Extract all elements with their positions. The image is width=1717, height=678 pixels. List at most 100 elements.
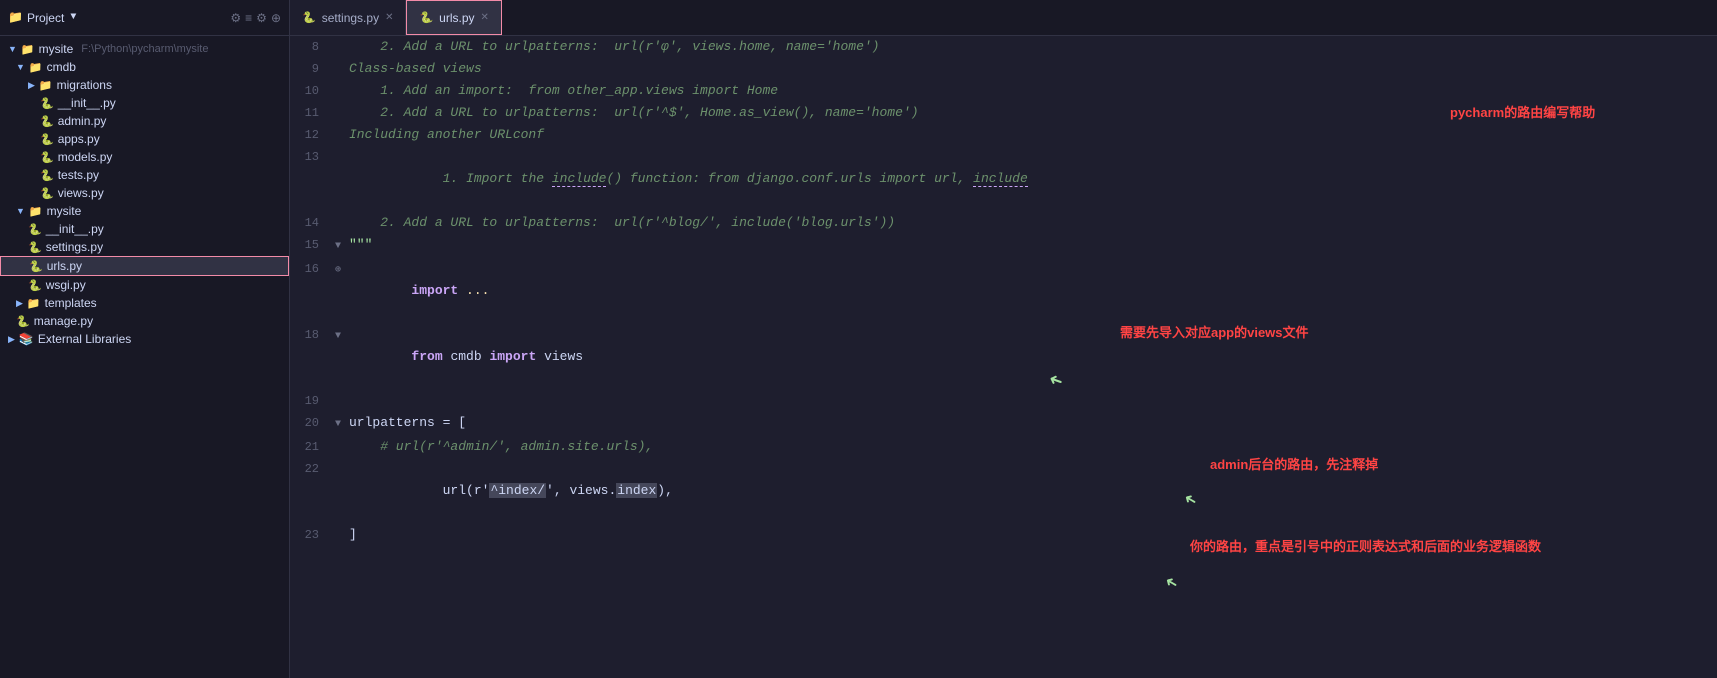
project-dropdown-icon[interactable]: ▼ [70,12,76,23]
urls-tab-label: urls.py [439,11,474,25]
code-line-21: 21 # url(r'^admin/', admin.site.urls), [290,436,1717,458]
line-number: 12 [290,124,335,146]
code-line-14: 14 2. Add a URL to urlpatterns: url(r'^b… [290,212,1717,234]
code-content: """ [349,234,1717,256]
py-file-icon: 🐍 [28,241,42,254]
settings-tab-close[interactable]: ✕ [385,12,393,23]
settings-file-icon: 🐍 [302,11,316,24]
tabs-area: 🐍 settings.py ✕ 🐍 urls.py ✕ [290,0,502,35]
code-content: ] [349,524,1717,546]
sidebar-item-settings[interactable]: 🐍 settings.py [0,238,289,256]
path-label: F:\Python\pycharm\mysite [81,43,208,55]
sidebar-item-views[interactable]: 🐍 views.py [0,184,289,202]
py-file-icon: 🐍 [40,97,54,110]
code-content: # url(r'^admin/', admin.site.urls), [349,436,1717,458]
line-number: 22 [290,458,335,480]
code-line-10: 10 1. Add an import: from other_app.view… [290,80,1717,102]
code-content: urlpatterns = [ [349,412,1717,434]
sidebar-item-apps[interactable]: 🐍 apps.py [0,130,289,148]
code-line-13: 13 1. Import the include() function: fro… [290,146,1717,212]
sidebar-item-label: wsgi.py [46,278,86,292]
folder-icon: 📁 [39,79,53,92]
arrow-icon: ▼ [16,62,25,72]
project-panel-header: 📁 Project ▼ ⚙ ≡ ⚙ ⊕ [0,0,290,35]
sidebar-item-mysite[interactable]: ▼ 📁 mysite [0,202,289,220]
code-line-20: 20 ▼ urlpatterns = [ [290,412,1717,436]
sidebar-item-tests[interactable]: 🐍 tests.py [0,166,289,184]
line-number: 21 [290,436,335,458]
folder-icon: 📁 [27,297,41,310]
sidebar-item-label: tests.py [58,168,99,182]
sidebar-item-templates[interactable]: ▶ 📁 templates [0,294,289,312]
line-number: 16 [290,258,335,280]
sidebar-item-label: settings.py [46,240,103,254]
project-icon: 📁 [8,10,23,25]
line-number: 20 [290,412,335,434]
sidebar-item-migrations[interactable]: ▶ 📁 migrations [0,76,289,94]
sidebar-item-cmdb[interactable]: ▼ 📁 cmdb [0,58,289,76]
fold-btn[interactable]: ▼ [335,414,349,436]
line-number: 8 [290,36,335,58]
toolbar-icon-4[interactable]: ⊕ [271,11,281,25]
sidebar-item-manage[interactable]: 🐍 manage.py [0,312,289,330]
sidebar-item-label: cmdb [47,60,76,74]
code-content: 1. Add an import: from other_app.views i… [349,80,1717,102]
sidebar-item-models[interactable]: 🐍 models.py [0,148,289,166]
line-number: 15 [290,234,335,256]
py-file-icon: 🐍 [40,187,54,200]
sidebar-item-label: migrations [57,78,112,92]
code-content: Class-based views [349,58,1717,80]
line-number: 23 [290,524,335,546]
line-number: 9 [290,58,335,80]
code-line-23: 23 ] [290,524,1717,546]
code-line-9: 9 Class-based views [290,58,1717,80]
tab-urls[interactable]: 🐍 urls.py ✕ [406,0,501,35]
arrow-icon: ▶ [8,334,15,345]
py-file-icon: 🐍 [40,169,54,182]
green-arrow-url: ➜ [1162,568,1184,594]
sidebar-item-init2[interactable]: 🐍 __init__.py [0,220,289,238]
code-line-22: 22 url(r'^index/', views.index), [290,458,1717,524]
py-file-icon: 🐍 [28,223,42,236]
code-content: 2. Add a URL to urlpatterns: url(r'^blog… [349,212,1717,234]
code-content: 2. Add a URL to urlpatterns: url(r'φ', v… [349,36,1717,58]
toolbar-icon-3[interactable]: ⚙ [256,11,267,25]
fold-btn[interactable]: ▼ [335,326,349,348]
sidebar-item-label: admin.py [58,114,107,128]
sidebar-item-mysite-root[interactable]: ▼ 📁 mysite F:\Python\pycharm\mysite [0,40,289,58]
sidebar-item-extlibs[interactable]: ▶ 📚 External Libraries [0,330,289,348]
sidebar-item-label: models.py [58,150,113,164]
code-content: Including another URLconf [349,124,1717,146]
py-file-icon: 🐍 [28,279,42,292]
toolbar-icon-1[interactable]: ⚙ [230,11,241,25]
code-content: import ... [349,258,1717,324]
code-line-11: 11 2. Add a URL to urlpatterns: url(r'^$… [290,102,1717,124]
sidebar-item-label: views.py [58,186,104,200]
code-line-8: 8 2. Add a URL to urlpatterns: url(r'φ',… [290,36,1717,58]
folder-icon: 📁 [21,43,35,56]
py-file-icon: 🐍 [40,115,54,128]
sidebar-item-init1[interactable]: 🐍 __init__.py [0,94,289,112]
line-number: 11 [290,102,335,124]
urls-tab-close[interactable]: ✕ [481,12,489,23]
tab-settings[interactable]: 🐍 settings.py ✕ [290,0,406,35]
main-area: ▼ 📁 mysite F:\Python\pycharm\mysite ▼ 📁 … [0,36,1717,678]
code-line-12: 12 Including another URLconf [290,124,1717,146]
py-file-icon: 🐍 [40,133,54,146]
sidebar-item-admin[interactable]: 🐍 admin.py [0,112,289,130]
sidebar-item-urls[interactable]: 🐍 urls.py [0,256,289,276]
sidebar-item-wsgi[interactable]: 🐍 wsgi.py [0,276,289,294]
arrow-icon: ▼ [16,206,25,216]
line-number: 13 [290,146,335,168]
code-editor[interactable]: 8 2. Add a URL to urlpatterns: url(r'φ',… [290,36,1717,678]
arrow-icon: ▶ [16,298,23,309]
toolbar-icon-2[interactable]: ≡ [245,11,252,25]
sidebar-item-label: mysite [39,42,74,56]
extlib-icon: 📚 [19,332,34,346]
sidebar-item-label: urls.py [47,259,82,273]
top-bar: 📁 Project ▼ ⚙ ≡ ⚙ ⊕ 🐍 settings.py ✕ 🐍 ur… [0,0,1717,36]
py-file-icon: 🐍 [29,260,43,273]
code-line-19: 19 [290,390,1717,412]
fold-btn[interactable]: ▼ [335,236,349,258]
fold-btn[interactable]: ⊕ [335,260,349,282]
